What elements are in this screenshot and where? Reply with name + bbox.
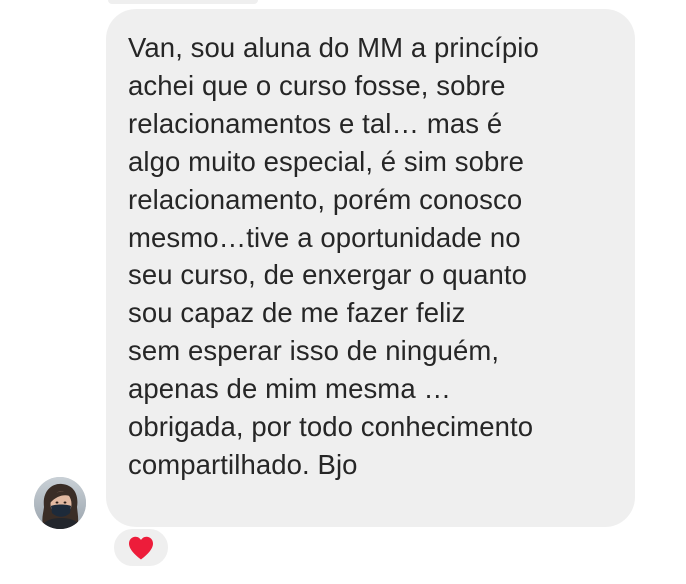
avatar-photo-icon — [34, 477, 86, 529]
heart-icon — [129, 536, 153, 559]
message-row: Van, sou aluna do MM a princípio achei q… — [0, 0, 686, 584]
sender-avatar[interactable] — [34, 477, 86, 529]
message-bubble[interactable]: Van, sou aluna do MM a princípio achei q… — [106, 9, 635, 527]
message-text: Van, sou aluna do MM a princípio achei q… — [128, 32, 539, 480]
reaction-badge[interactable] — [112, 527, 170, 568]
